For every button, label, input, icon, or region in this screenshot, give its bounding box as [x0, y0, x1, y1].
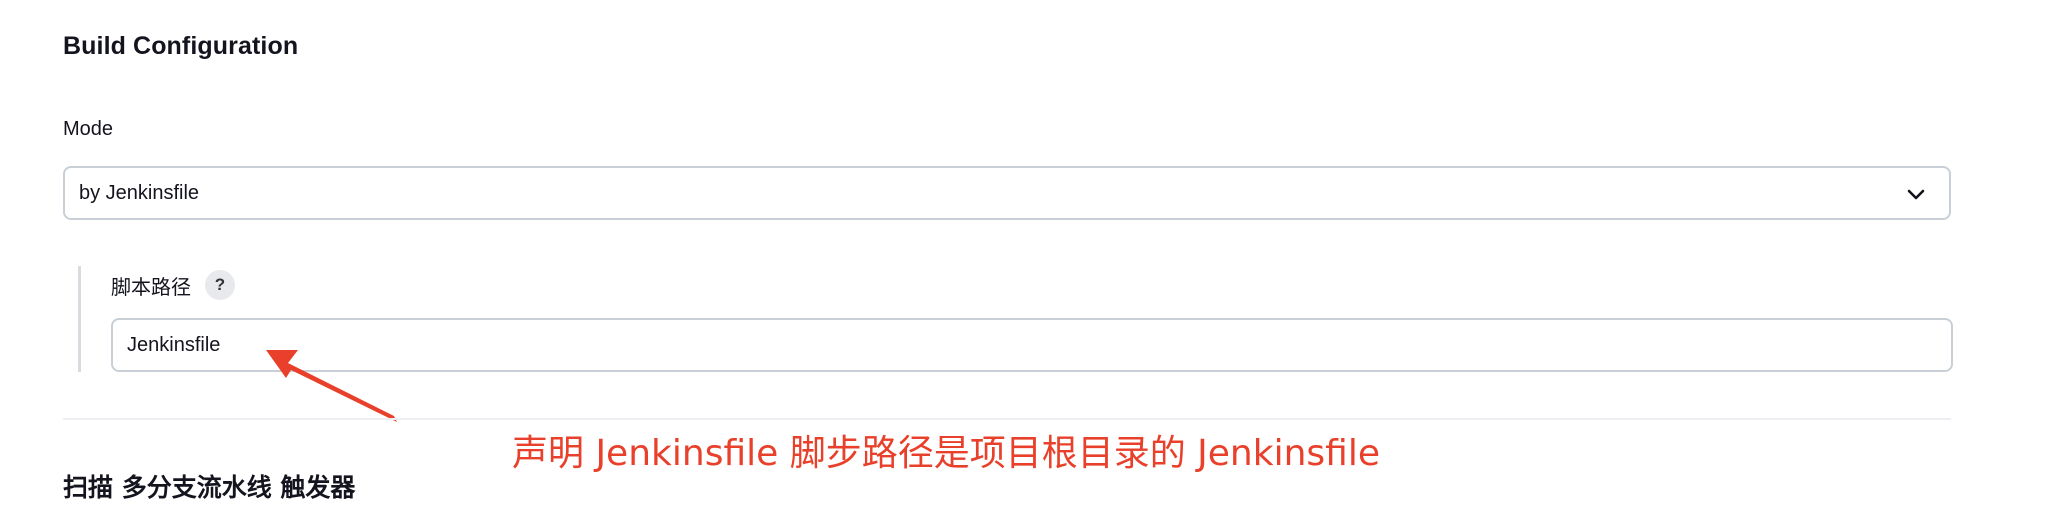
script-path-label-row: 脚本路径 ? — [111, 270, 235, 300]
script-path-input[interactable]: Jenkinsfile — [111, 318, 1953, 372]
chevron-down-icon[interactable] — [1905, 183, 1927, 205]
mode-label: Mode — [63, 118, 114, 140]
script-path-input-value: Jenkinsfile — [127, 334, 221, 356]
annotation-text: 声明 Jenkinsfile 脚步路径是项目根目录的 Jenkinsfile — [512, 433, 1380, 474]
script-path-label: 脚本路径 — [111, 274, 191, 299]
build-configuration-page: Build Configuration Mode by Jenkinsfile … — [0, 0, 2048, 524]
section-title: Build Configuration — [63, 32, 299, 60]
section-divider — [63, 418, 1951, 420]
mode-select-value: by Jenkinsfile — [79, 182, 200, 204]
mode-select[interactable]: by Jenkinsfile — [63, 166, 1951, 220]
trigger-section-title: 扫描 多分支流水线 触发器 — [63, 473, 356, 502]
help-icon[interactable]: ? — [205, 270, 235, 300]
